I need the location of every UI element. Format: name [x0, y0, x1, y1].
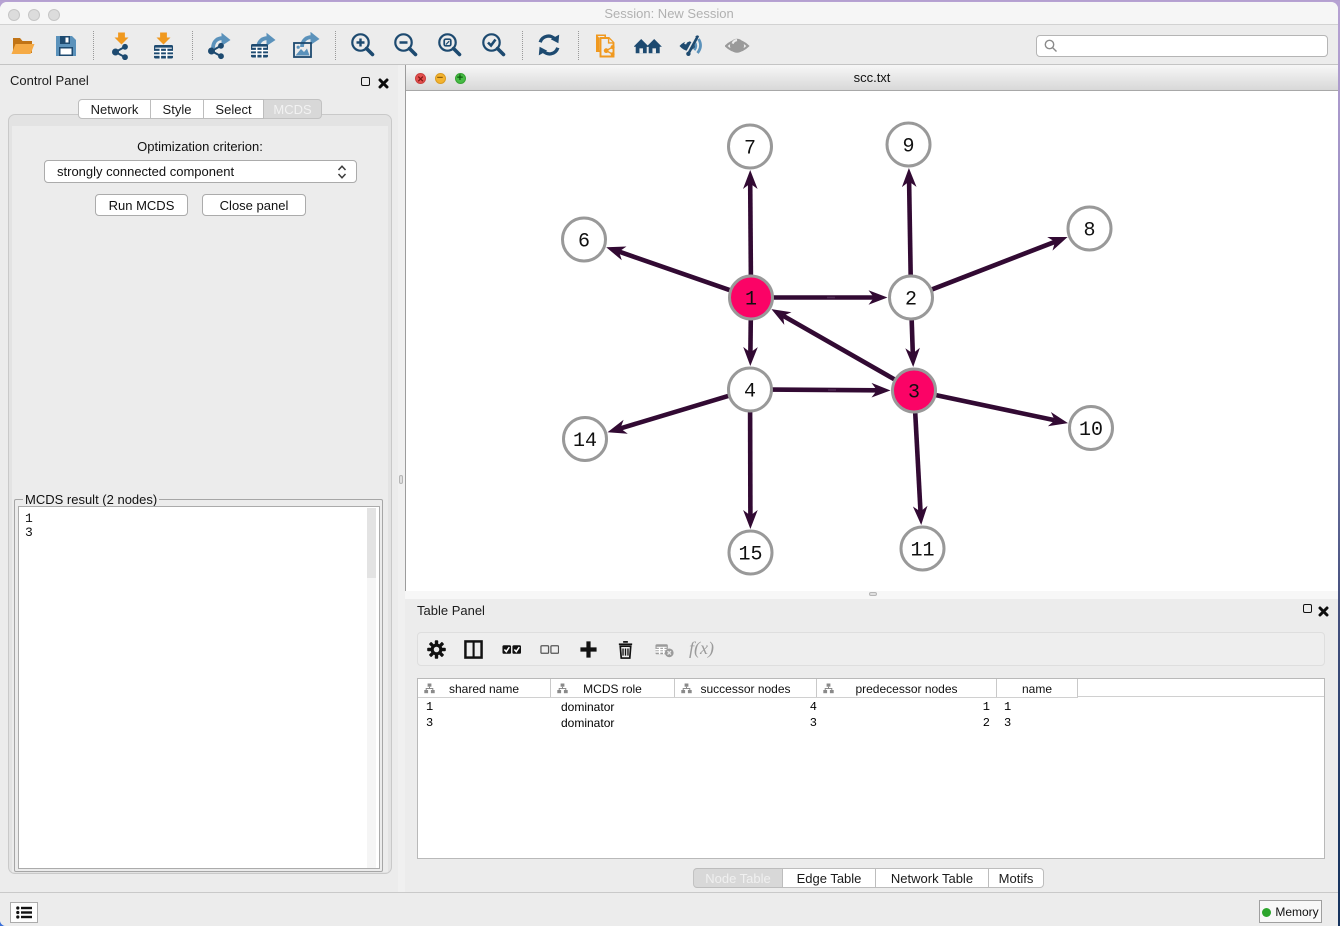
svg-text:7: 7	[744, 138, 756, 161]
svg-text:14: 14	[573, 430, 597, 453]
svg-text:1: 1	[745, 289, 757, 312]
svg-text:6: 6	[578, 231, 590, 254]
svg-text:3: 3	[908, 382, 920, 405]
svg-text:10: 10	[1079, 419, 1103, 442]
svg-text:8: 8	[1083, 220, 1095, 243]
svg-text:9: 9	[902, 136, 914, 159]
svg-text:11: 11	[910, 540, 934, 563]
svg-text:2: 2	[905, 289, 917, 312]
svg-text:15: 15	[738, 544, 762, 567]
svg-text:4: 4	[744, 381, 756, 404]
